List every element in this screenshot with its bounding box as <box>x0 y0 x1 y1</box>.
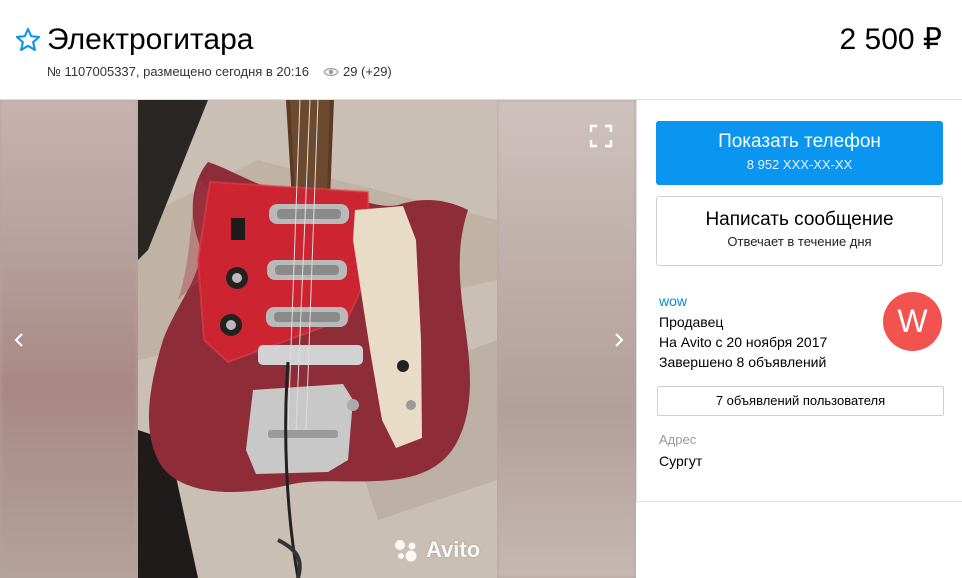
star-icon[interactable] <box>14 26 42 54</box>
listing-header: Электрогитара 2 500 ₽ № 1107005337, разм… <box>0 0 962 100</box>
address-label: Адрес <box>659 432 697 447</box>
guitar-photo[interactable] <box>138 100 497 578</box>
views-count: 29 (+29) <box>342 64 392 79</box>
seller-avatar[interactable]: W <box>883 292 942 351</box>
guitar-illustration <box>138 100 497 578</box>
user-ads-button[interactable]: 7 объявлений пользователя <box>657 386 944 416</box>
eye-icon <box>323 68 339 76</box>
arrow-left-icon[interactable] <box>4 325 34 355</box>
listing-meta: № 1107005337, размещено сегодня в 20:16 … <box>47 63 392 81</box>
phone-number: 8 952 XXX-XX-XX <box>746 157 853 172</box>
listing-price: 2 500 ₽ <box>839 23 943 56</box>
write-message-label: Написать сообщение <box>705 209 894 230</box>
avito-logo-icon <box>395 540 417 562</box>
show-phone-label: Показать телефон <box>718 131 881 152</box>
write-message-button[interactable]: Написать сообщение Отвечает в течение дн… <box>656 196 943 266</box>
photo-gallery[interactable]: Avito <box>0 100 636 578</box>
listing-title: Электрогитара <box>47 23 254 56</box>
seller-role: Продавец <box>659 314 724 330</box>
listing-id-date: № 1107005337, размещено сегодня в 20:16 <box>47 64 309 79</box>
fullscreen-icon[interactable] <box>588 123 614 149</box>
arrow-right-icon[interactable] <box>604 325 634 355</box>
watermark-text: Avito <box>426 537 481 562</box>
avito-watermark: Avito <box>392 537 480 563</box>
address-value: Сургут <box>659 453 703 469</box>
views-counter: 29 (+29) <box>323 63 392 81</box>
response-time: Отвечает в течение дня <box>727 234 872 249</box>
show-phone-button[interactable]: Показать телефон 8 952 XXX-XX-XX <box>656 121 943 185</box>
seller-since: На Avito с 20 ноября 2017 <box>659 334 828 350</box>
seller-name-link[interactable]: wow <box>659 293 687 309</box>
seller-completed: Завершено 8 объявлений <box>659 354 827 370</box>
